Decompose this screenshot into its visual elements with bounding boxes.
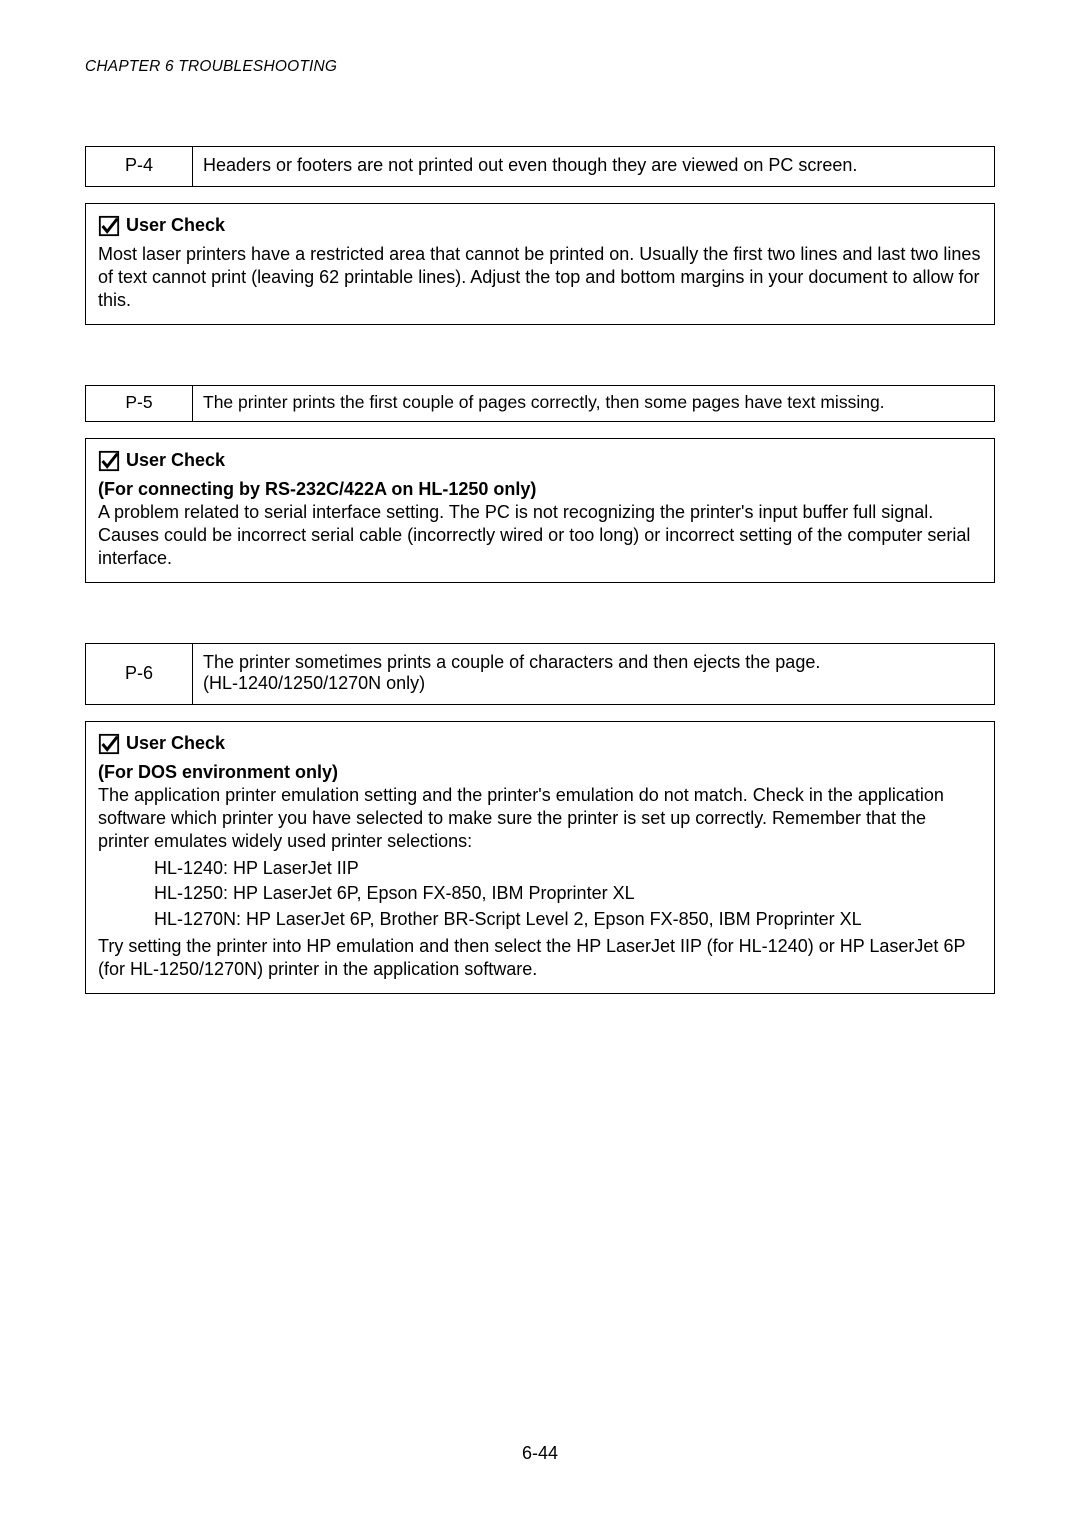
list-item: HL-1240: HP LaserJet IIP: [154, 857, 982, 880]
document-page: CHAPTER 6 TROUBLESHOOTING P-4 Headers or…: [0, 0, 1080, 1528]
issue-desc: The printer sometimes prints a couple of…: [193, 644, 995, 705]
user-check-p5: User Check (For connecting by RS-232C/42…: [85, 438, 995, 583]
issue-code: P-5: [86, 386, 193, 422]
user-check-text: Try setting the printer into HP emulatio…: [98, 935, 982, 981]
issue-code: P-6: [86, 644, 193, 705]
user-check-p4: User Check Most laser printers have a re…: [85, 203, 995, 325]
check-icon: [98, 450, 120, 472]
user-check-text: Most laser printers have a restricted ar…: [98, 243, 982, 312]
user-check-label: User Check: [126, 732, 225, 755]
user-check-text: A problem related to serial interface se…: [98, 501, 982, 570]
user-check-subheading: (For connecting by RS-232C/422A on HL-12…: [98, 478, 982, 501]
issue-desc: Headers or footers are not printed out e…: [193, 147, 995, 187]
user-check-heading: User Check: [98, 214, 982, 237]
list-item: HL-1250: HP LaserJet 6P, Epson FX-850, I…: [154, 882, 982, 905]
user-check-heading: User Check: [98, 449, 982, 472]
user-check-subheading: (For DOS environment only): [98, 761, 982, 784]
check-icon: [98, 733, 120, 755]
emulation-list: HL-1240: HP LaserJet IIP HL-1250: HP Las…: [154, 857, 982, 930]
issue-code: P-4: [86, 147, 193, 187]
check-icon: [98, 215, 120, 237]
user-check-text: The application printer emulation settin…: [98, 784, 982, 853]
page-number: 6-44: [0, 1443, 1080, 1464]
issue-desc: The printer prints the first couple of p…: [193, 386, 995, 422]
issue-row-p6: P-6 The printer sometimes prints a coupl…: [85, 643, 995, 705]
issue-desc-line1: The printer sometimes prints a couple of…: [203, 652, 820, 672]
issue-row-p5: P-5 The printer prints the first couple …: [85, 385, 995, 422]
user-check-label: User Check: [126, 214, 225, 237]
issue-desc-line2: (HL-1240/1250/1270N only): [203, 673, 425, 693]
list-item: HL-1270N: HP LaserJet 6P, Brother BR-Scr…: [154, 908, 982, 931]
user-check-p6: User Check (For DOS environment only) Th…: [85, 721, 995, 993]
running-header: CHAPTER 6 TROUBLESHOOTING: [85, 58, 995, 76]
user-check-heading: User Check: [98, 732, 982, 755]
user-check-label: User Check: [126, 449, 225, 472]
issue-row-p4: P-4 Headers or footers are not printed o…: [85, 146, 995, 187]
